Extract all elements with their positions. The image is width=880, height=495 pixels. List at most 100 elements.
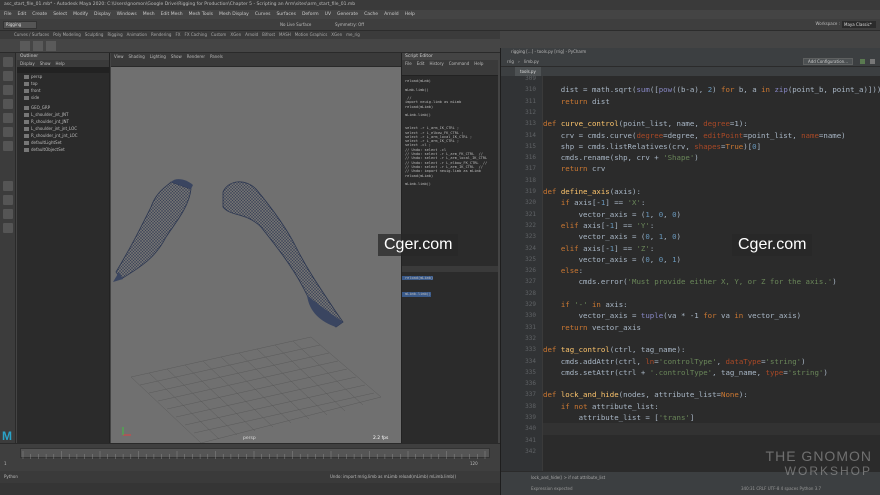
outliner-item[interactable]: persp — [17, 73, 109, 80]
script-menu-item[interactable]: History — [429, 60, 443, 67]
viewport-menu-item[interactable]: Shading — [129, 53, 145, 60]
menu-item[interactable]: Modify — [73, 10, 88, 19]
move-tool-icon[interactable] — [3, 99, 13, 109]
outliner-item[interactable]: R_shoulder_jnt_JNT — [17, 118, 109, 125]
live-surface-label[interactable]: No Live Surface — [280, 22, 311, 27]
timeline-end[interactable]: 120 — [470, 461, 478, 466]
menu-item[interactable]: Select — [53, 10, 67, 19]
single-view-icon[interactable] — [3, 181, 13, 191]
outliner-item[interactable]: front — [17, 87, 109, 94]
code-line: shp = cmds.listRelatives(crv, shapes=Tru… — [543, 141, 762, 151]
script-layout-icon[interactable] — [3, 223, 13, 233]
timeline-track[interactable] — [20, 448, 490, 459]
viewport-menu-item[interactable]: Show — [171, 53, 182, 60]
command-language[interactable]: Python — [4, 474, 18, 479]
shelf-tab[interactable]: Custom — [211, 31, 226, 39]
outliner-title: Outliner — [17, 53, 109, 60]
code-line: def define_axis(axis): — [543, 187, 641, 196]
outliner-item[interactable]: R_shoulder_jnt_jnt_LOC — [17, 132, 109, 139]
menu-item[interactable]: Arnold — [384, 10, 399, 19]
menu-item[interactable]: Curves — [255, 10, 271, 19]
shelf-tab[interactable]: MASH — [279, 31, 291, 39]
shelf-tab[interactable]: XGen — [331, 31, 342, 39]
outliner-item[interactable]: side — [17, 94, 109, 101]
menu-item[interactable]: Surfaces — [276, 10, 296, 19]
shelf-tab[interactable]: Curves / Surfaces — [14, 31, 49, 39]
menu-set-dropdown[interactable]: Rigging — [3, 21, 37, 29]
code-line: cmds.addAttr(ctrl, ln='controlType', dat… — [543, 356, 806, 366]
rotate-tool-icon[interactable] — [3, 113, 13, 123]
script-menu-item[interactable]: Help — [474, 60, 483, 67]
command-line[interactable]: Python Undo: import mrig.limb as mLimb r… — [0, 471, 500, 483]
outliner-menu-item[interactable]: Show — [40, 60, 51, 67]
viewport-menu-item[interactable]: Panels — [210, 53, 223, 60]
menu-item[interactable]: Cache — [364, 10, 378, 19]
symmetry-label[interactable]: Symmetry: Off — [335, 22, 364, 27]
shelf-tab[interactable]: me_rig — [346, 31, 360, 39]
shelf-tab[interactable]: FX Caching — [185, 31, 207, 39]
outliner-item[interactable]: GEO_GRP — [17, 104, 109, 111]
shelf-tab[interactable]: Poly Modeling — [53, 31, 81, 39]
shelf-tool-icon[interactable] — [33, 41, 43, 51]
scale-tool-icon[interactable] — [3, 127, 13, 137]
shelf-tab[interactable]: Bifrost — [262, 31, 275, 39]
menu-item[interactable]: Mesh — [143, 10, 155, 19]
nav-file[interactable]: limb.py — [524, 59, 539, 64]
four-view-icon[interactable] — [3, 195, 13, 205]
shelf-tab[interactable]: FX — [175, 31, 180, 39]
lasso-tool-icon[interactable] — [3, 71, 13, 81]
workspace-dropdown[interactable]: Maya Classic* — [842, 21, 876, 28]
shelf-tab[interactable]: Rigging — [107, 31, 122, 39]
menu-item[interactable]: UV — [325, 10, 331, 19]
outliner-item[interactable]: defaultObjectSet — [17, 146, 109, 153]
outliner-item[interactable]: L_shoulder_jnt_JNT — [17, 111, 109, 118]
3d-viewport[interactable]: persp 2.2 fps — [111, 67, 401, 443]
shelf-tool-icon[interactable] — [46, 41, 56, 51]
nav-project[interactable]: rrig — [507, 59, 514, 64]
select-tool-icon[interactable] — [3, 57, 13, 67]
menu-item[interactable]: Mesh Tools — [189, 10, 213, 19]
status-info[interactable]: 340:31 CRLF UTF-8 4 spaces Python 3.7 — [741, 483, 821, 495]
outliner-menu-item[interactable]: Help — [56, 60, 65, 67]
outliner-menu-item[interactable]: Display — [20, 60, 35, 67]
last-tool-icon[interactable] — [3, 141, 13, 151]
menu-item[interactable]: File — [4, 10, 12, 19]
shelf-tab[interactable]: XGen — [230, 31, 241, 39]
menu-item[interactable]: Windows — [117, 10, 137, 19]
viewport-menu-item[interactable]: Renderer — [187, 53, 205, 60]
script-menu-item[interactable]: File — [405, 60, 412, 67]
viewport-menu-item[interactable]: View — [114, 53, 124, 60]
outliner-item[interactable]: defaultLightSet — [17, 139, 109, 146]
shelf-tab[interactable]: Animation — [127, 31, 147, 39]
script-input[interactable]: reload(mLimb) mLimb.limb() — [402, 272, 498, 297]
shelf-tab[interactable]: Arnold — [245, 31, 258, 39]
menu-item[interactable]: Edit Mesh — [161, 10, 183, 19]
timeline-start[interactable]: 1 — [4, 461, 7, 466]
search-icon[interactable] — [870, 59, 875, 64]
shelf-tool-icon[interactable] — [20, 41, 30, 51]
paint-select-icon[interactable] — [3, 85, 13, 95]
outliner-item[interactable]: top — [17, 80, 109, 87]
line-number: 324 — [525, 244, 536, 252]
viewport-menu-item[interactable]: Lighting — [150, 53, 166, 60]
code-editor[interactable]: dist = math.sqrt(sum([pow((b-a), 2) for … — [543, 76, 880, 471]
add-configuration-button[interactable]: Add Configuration... — [803, 58, 853, 65]
line-number: 321 — [525, 210, 536, 218]
watermark-left: Cger.com — [378, 234, 459, 256]
menu-item[interactable]: Display — [94, 10, 111, 19]
menu-item[interactable]: Mesh Display — [219, 10, 249, 19]
shelf-tab[interactable]: Rendering — [151, 31, 171, 39]
menu-item[interactable]: Generate — [337, 10, 358, 19]
menu-item[interactable]: Edit — [18, 10, 27, 19]
script-menu-item[interactable]: Command — [449, 60, 470, 67]
shelf-tab[interactable]: Sculpting — [85, 31, 104, 39]
time-slider[interactable]: 1 120 — [0, 443, 500, 471]
script-menu-item[interactable]: Edit — [417, 60, 425, 67]
menu-item[interactable]: Deform — [302, 10, 319, 19]
menu-item[interactable]: Create — [32, 10, 47, 19]
menu-item[interactable]: Help — [405, 10, 415, 19]
outliner-layout-icon[interactable] — [3, 209, 13, 219]
outliner-item[interactable]: L_shoulder_jnt_jnt_LOC — [17, 125, 109, 132]
run-icon[interactable] — [860, 59, 865, 64]
shelf-tab[interactable]: Motion Graphics — [295, 31, 328, 39]
